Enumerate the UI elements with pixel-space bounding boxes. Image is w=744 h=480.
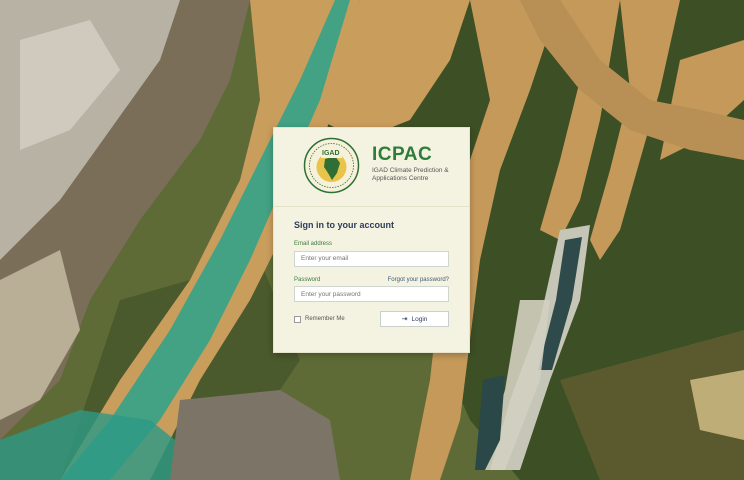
email-field[interactable] [294,250,449,267]
brand-block: ICPAC IGAD Climate Prediction & Applicat… [372,145,452,183]
login-arrow-icon: ⇥ [401,316,408,323]
remember-me-label: Remember Me [305,316,345,322]
form-title: Sign in to your account [294,220,395,230]
igad-logo-icon: IGAD [303,137,360,194]
logo-text: IGAD [322,150,340,157]
brand-subtitle: IGAD Climate Prediction & Applications C… [372,167,449,182]
login-button-label: Login [411,315,428,323]
password-field[interactable] [294,286,449,302]
password-label-row: Password Forgot your password? [294,267,449,283]
card-header: IGAD ICPAC IGAD Climate Prediction & App… [274,128,469,207]
password-label: Password [294,276,321,283]
brand-name: ICPAC [372,144,433,165]
forgot-password-link[interactable]: Forgot your password? [388,277,449,283]
email-label: Email address [294,241,333,247]
form-actions: Remember Me ⇥ Login [294,311,449,327]
remember-me-checkbox[interactable] [294,315,301,323]
login-card: IGAD ICPAC IGAD Climate Prediction & App… [273,127,470,353]
remember-me[interactable]: Remember Me [294,315,345,323]
login-button[interactable]: ⇥ Login [380,311,449,327]
login-form: Sign in to your account Email address Pa… [274,220,469,327]
